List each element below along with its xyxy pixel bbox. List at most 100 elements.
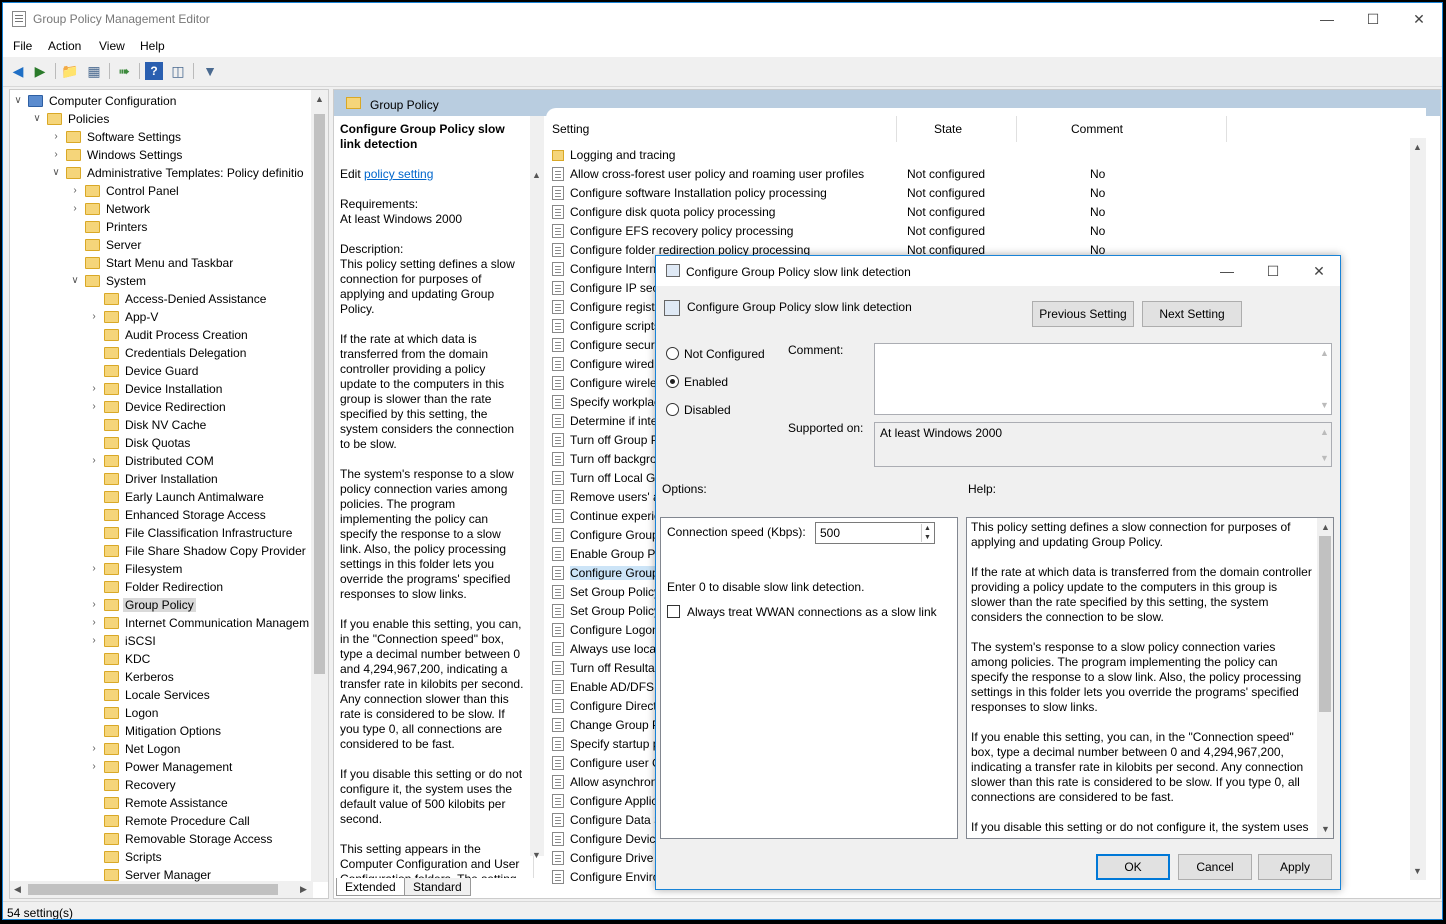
column-header-setting[interactable]: Setting xyxy=(552,122,589,136)
setting-name: Turn off backgro xyxy=(570,452,657,466)
scroll-down-arrow-icon[interactable]: ▼ xyxy=(1320,400,1329,410)
radio-circle[interactable] xyxy=(666,403,679,416)
dialog-maximize-button[interactable]: ☐ xyxy=(1250,256,1296,286)
comment-label: Comment: xyxy=(788,343,844,357)
connection-speed-input[interactable]: 500 ▲ ▼ xyxy=(815,522,935,544)
edit-policy-link[interactable]: policy setting xyxy=(364,167,433,181)
chevron-right-icon[interactable]: › xyxy=(88,380,100,398)
chevron-right-icon[interactable]: › xyxy=(88,632,100,650)
scroll-down-arrow-icon[interactable]: ▼ xyxy=(1321,824,1330,834)
chevron-right-icon[interactable]: › xyxy=(88,452,100,470)
folder-row[interactable]: Logging and tracing xyxy=(552,146,1252,165)
menu-help[interactable]: Help xyxy=(140,39,165,53)
chevron-down-icon[interactable]: ∨ xyxy=(31,110,43,128)
next-setting-button[interactable]: Next Setting xyxy=(1142,301,1242,327)
spin-updown-icon[interactable]: ▲ ▼ xyxy=(921,524,933,542)
scroll-thumb[interactable] xyxy=(314,114,325,674)
setting-name: Configure wireles xyxy=(570,376,663,390)
properties-icon[interactable]: ◫ xyxy=(169,62,187,80)
policy-setting-icon xyxy=(552,490,564,504)
scroll-down-arrow-icon[interactable]: ▼ xyxy=(532,850,541,860)
description-scrollbar[interactable]: ▲ ▼ xyxy=(530,116,544,860)
up-folder-icon[interactable]: 📁 xyxy=(61,62,79,80)
setting-row[interactable]: Configure software Installation policy p… xyxy=(552,184,1252,203)
close-button[interactable]: ✕ xyxy=(1396,3,1442,35)
scroll-up-arrow-icon[interactable]: ▲ xyxy=(315,94,324,104)
help-icon[interactable]: ? xyxy=(145,62,163,80)
policy-icon xyxy=(666,264,680,277)
tab-extended[interactable]: Extended xyxy=(336,878,405,896)
scroll-up-arrow-icon[interactable]: ▲ xyxy=(1320,427,1329,437)
minimize-button[interactable]: — xyxy=(1304,3,1350,35)
radio-circle[interactable] xyxy=(666,347,679,360)
scroll-up-arrow-icon[interactable]: ▲ xyxy=(1320,348,1329,358)
maximize-button[interactable]: ☐ xyxy=(1350,3,1396,35)
scroll-left-arrow-icon[interactable]: ◀ xyxy=(14,884,21,895)
scroll-thumb[interactable] xyxy=(28,884,278,895)
back-arrow-icon[interactable]: ◀ xyxy=(9,62,27,80)
tree-item-label: Group Policy xyxy=(123,598,196,612)
chevron-right-icon[interactable]: › xyxy=(88,398,100,416)
folder-icon xyxy=(104,635,119,647)
tab-standard[interactable]: Standard xyxy=(404,878,471,896)
menu-file[interactable]: File xyxy=(13,39,32,53)
chevron-right-icon[interactable]: › xyxy=(88,560,100,578)
chevron-right-icon[interactable]: › xyxy=(50,128,62,146)
folder-icon xyxy=(104,761,119,773)
dialog-minimize-button[interactable]: — xyxy=(1204,256,1250,286)
setting-row[interactable]: Allow cross-forest user policy and roami… xyxy=(552,165,1252,184)
list-vertical-scrollbar[interactable]: ▲ ▼ xyxy=(1410,138,1426,880)
scroll-down-arrow-icon[interactable]: ▼ xyxy=(1413,866,1422,876)
supported-scrollbar[interactable]: ▲ ▼ xyxy=(1317,423,1331,466)
setting-row[interactable]: Configure EFS recovery policy processing… xyxy=(552,222,1252,241)
description-paragraph: If you enable this setting, you can, in … xyxy=(340,617,524,751)
filter-icon[interactable]: ▼ xyxy=(201,62,219,80)
forward-arrow-icon[interactable]: ▶ xyxy=(31,62,49,80)
previous-setting-button[interactable]: Previous Setting xyxy=(1032,301,1134,327)
folder-icon xyxy=(104,419,119,431)
setting-name: Remove users' ab xyxy=(570,490,667,504)
column-header-comment[interactable]: Comment xyxy=(1071,122,1123,136)
checkbox-box[interactable] xyxy=(667,605,680,618)
options-label: Options: xyxy=(662,482,707,496)
show-hide-tree-icon[interactable]: ▦ xyxy=(85,62,103,80)
ok-button[interactable]: OK xyxy=(1096,854,1170,880)
chevron-right-icon[interactable]: › xyxy=(88,596,100,614)
policy-setting-icon xyxy=(552,433,564,447)
apply-button[interactable]: Apply xyxy=(1258,854,1332,880)
export-list-icon[interactable]: ➠ xyxy=(115,62,133,80)
setting-row[interactable]: Configure disk quota policy processing No… xyxy=(552,203,1252,222)
scroll-up-arrow-icon[interactable]: ▲ xyxy=(1321,522,1330,532)
comment-scrollbar[interactable]: ▲ ▼ xyxy=(1317,344,1331,414)
chevron-right-icon[interactable]: › xyxy=(88,740,100,758)
gpedit-app-icon xyxy=(12,11,26,27)
tree-horizontal-scrollbar[interactable]: ◀ ▶ xyxy=(10,881,313,898)
checkbox-label: Always treat WWAN connections as a slow … xyxy=(687,605,937,619)
radio-circle[interactable] xyxy=(666,375,679,388)
tree-item-label: Device Guard xyxy=(125,364,199,378)
cancel-button[interactable]: Cancel xyxy=(1178,854,1252,880)
scroll-up-arrow-icon[interactable]: ▲ xyxy=(1413,142,1422,152)
chevron-right-icon[interactable]: › xyxy=(88,308,100,326)
help-scrollbar[interactable]: ▲ ▼ xyxy=(1317,518,1333,838)
tree-vertical-scrollbar[interactable]: ▲ xyxy=(311,90,328,882)
chevron-down-icon[interactable]: ∨ xyxy=(12,92,24,110)
chevron-right-icon[interactable]: › xyxy=(69,182,81,200)
scroll-thumb[interactable] xyxy=(1319,536,1331,712)
chevron-right-icon[interactable]: › xyxy=(50,146,62,164)
chevron-right-icon[interactable]: › xyxy=(69,200,81,218)
chevron-down-icon[interactable]: ∨ xyxy=(69,272,81,290)
chevron-down-icon[interactable]: ∨ xyxy=(50,164,62,182)
connection-speed-value[interactable]: 500 xyxy=(820,526,840,540)
dialog-close-button[interactable]: ✕ xyxy=(1296,256,1342,286)
setting-name: Configure software Installation policy p… xyxy=(570,186,827,200)
scroll-up-arrow-icon[interactable]: ▲ xyxy=(532,170,541,180)
chevron-right-icon[interactable]: › xyxy=(88,758,100,776)
comment-textarea[interactable]: ▲ ▼ xyxy=(874,343,1332,415)
menu-view[interactable]: View xyxy=(99,39,125,53)
menu-action[interactable]: Action xyxy=(48,39,81,53)
scroll-down-arrow-icon[interactable]: ▼ xyxy=(1320,453,1329,463)
scroll-right-arrow-icon[interactable]: ▶ xyxy=(300,884,307,895)
column-header-state[interactable]: State xyxy=(934,122,962,136)
chevron-right-icon[interactable]: › xyxy=(88,614,100,632)
